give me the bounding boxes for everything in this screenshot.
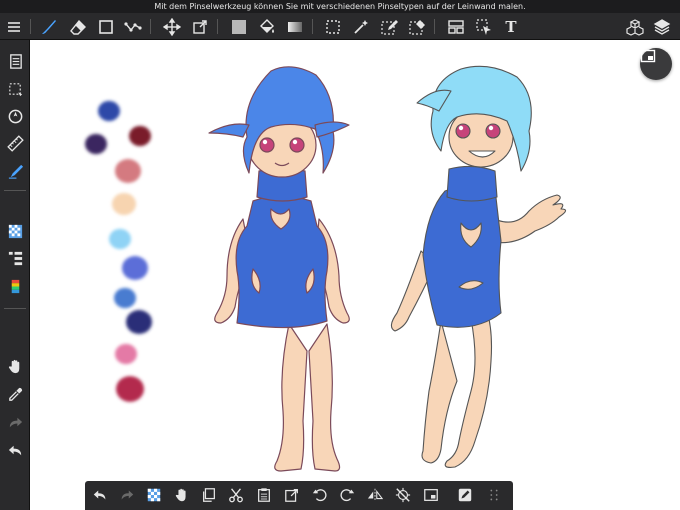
layer-view-icon[interactable] xyxy=(445,16,467,38)
picture-in-picture-icon xyxy=(640,49,656,63)
rotate-right-icon[interactable] xyxy=(336,484,358,506)
flip-icon[interactable] xyxy=(364,484,386,506)
top-toolbar: T xyxy=(0,13,680,40)
left-sidebar xyxy=(0,40,30,510)
drawing-canvas[interactable] xyxy=(31,41,680,510)
rectangle-icon[interactable] xyxy=(95,16,117,38)
hand-icon[interactable] xyxy=(171,484,193,506)
color-swatch xyxy=(109,228,131,250)
color-swatch xyxy=(85,133,107,155)
material-icon[interactable] xyxy=(4,220,26,242)
tool-hint-text: Mit dem Pinselwerkzeug können Sie mit ve… xyxy=(154,2,526,11)
sidebar-divider xyxy=(4,190,26,191)
color-swatch xyxy=(116,376,144,402)
canvas-artwork xyxy=(85,65,567,472)
select-layer-icon[interactable] xyxy=(473,16,495,38)
color-swatch xyxy=(112,192,136,216)
materials-icon[interactable] xyxy=(624,16,646,38)
color-swatch-group xyxy=(85,100,152,402)
bucket-icon[interactable] xyxy=(256,16,278,38)
menu-icon[interactable] xyxy=(3,16,25,38)
redo-icon[interactable] xyxy=(116,484,138,506)
right-character-drawing xyxy=(390,65,567,468)
select-eraser-icon[interactable] xyxy=(406,16,428,38)
pen-settings-icon[interactable] xyxy=(4,160,26,182)
text-icon[interactable]: T xyxy=(500,16,522,38)
sidebar-divider xyxy=(4,308,26,309)
transform-icon[interactable] xyxy=(189,16,211,38)
tool-hint-bar: Mit dem Pinselwerkzeug können Sie mit ve… xyxy=(0,0,680,13)
color-swatch xyxy=(98,100,120,122)
cut-icon[interactable] xyxy=(225,484,247,506)
undo-icon[interactable] xyxy=(89,484,111,506)
move-icon[interactable] xyxy=(161,16,183,38)
fit-screen-icon[interactable] xyxy=(420,484,442,506)
import-icon[interactable] xyxy=(281,484,303,506)
select-rect-icon[interactable] xyxy=(322,16,344,38)
transparent-icon[interactable] xyxy=(143,484,165,506)
magic-wand-icon[interactable] xyxy=(350,16,372,38)
reference-window-button[interactable] xyxy=(640,48,672,80)
selection-icon[interactable] xyxy=(4,78,26,100)
toolbar-divider xyxy=(312,19,313,34)
grid-icon[interactable] xyxy=(483,484,505,506)
select-pen-icon[interactable] xyxy=(378,16,400,38)
toolbar-divider xyxy=(30,19,31,34)
color-swatch xyxy=(122,256,148,280)
copy-icon[interactable] xyxy=(198,484,220,506)
page-manager-icon[interactable] xyxy=(4,50,26,72)
eraser-icon[interactable] xyxy=(67,16,89,38)
paste-icon[interactable] xyxy=(253,484,275,506)
toolbar-divider xyxy=(434,19,435,34)
color-swatch xyxy=(115,159,141,183)
layer-list-icon[interactable] xyxy=(4,247,26,269)
hand-icon[interactable] xyxy=(4,355,26,377)
color-palette-icon[interactable] xyxy=(4,275,26,297)
edit-icon[interactable] xyxy=(454,484,476,506)
redo-icon[interactable] xyxy=(4,411,26,433)
toolbar-divider xyxy=(217,19,218,34)
vector-icon[interactable] xyxy=(122,16,144,38)
fill-color-icon[interactable] xyxy=(228,16,250,38)
snap-off-icon[interactable] xyxy=(392,484,414,506)
app-window: Mit dem Pinselwerkzeug können Sie mit ve… xyxy=(0,0,680,510)
rotate-left-icon[interactable] xyxy=(309,484,331,506)
ruler-icon[interactable] xyxy=(4,132,26,154)
layers-icon[interactable] xyxy=(651,16,673,38)
bottom-toolbar xyxy=(85,481,513,510)
left-character-drawing xyxy=(208,66,350,472)
navigator-icon[interactable] xyxy=(4,105,26,127)
color-swatch xyxy=(129,125,151,147)
color-swatch xyxy=(126,310,152,334)
undo-icon[interactable] xyxy=(4,439,26,461)
eyedropper-icon[interactable] xyxy=(4,383,26,405)
gradient-icon[interactable] xyxy=(284,16,306,38)
brush-icon[interactable] xyxy=(38,16,60,38)
color-swatch xyxy=(115,343,137,365)
toolbar-divider xyxy=(150,19,151,34)
color-swatch xyxy=(114,287,136,309)
text-tool-label: T xyxy=(505,18,517,36)
